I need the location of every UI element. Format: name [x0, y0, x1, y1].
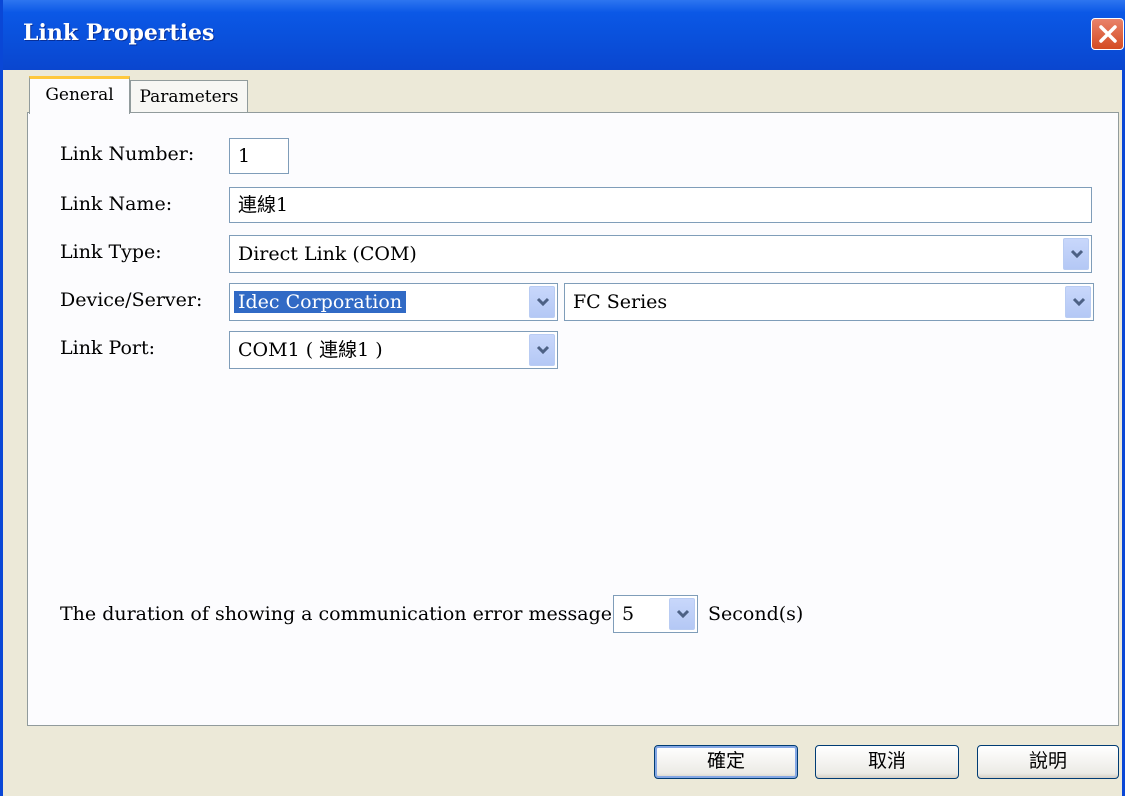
window-title: Link Properties [23, 20, 215, 46]
link-number-label: Link Number: [60, 143, 195, 165]
error-duration-label: The duration of showing a communication … [60, 603, 619, 625]
title-bar[interactable]: Link Properties [3, 0, 1125, 70]
device-server-label: Device/Server: [60, 289, 203, 311]
link-name-input[interactable]: 連線1 [229, 187, 1092, 223]
link-type-select[interactable]: Direct Link (COM) [229, 235, 1092, 273]
help-button[interactable]: 說明 [977, 745, 1119, 779]
link-port-dropdown-button[interactable] [529, 334, 555, 366]
chevron-down-icon [536, 345, 550, 355]
chevron-down-icon [1072, 297, 1086, 307]
link-type-dropdown-button[interactable] [1063, 238, 1089, 270]
link-number-input[interactable]: 1 [229, 138, 289, 174]
link-name-value: 連線1 [238, 194, 289, 216]
chevron-down-icon [536, 297, 550, 307]
error-duration-unit: Second(s) [708, 603, 804, 625]
link-port-select[interactable]: COM1 ( 連線1 ) [229, 331, 558, 369]
series-value: FC Series [573, 291, 668, 313]
series-select[interactable]: FC Series [564, 283, 1094, 321]
close-button[interactable] [1091, 18, 1124, 50]
tab-parameters[interactable]: Parameters [130, 80, 248, 113]
link-port-label: Link Port: [60, 337, 156, 359]
cancel-button[interactable]: 取消 [815, 745, 959, 779]
series-dropdown-button[interactable] [1065, 286, 1091, 318]
link-type-label: Link Type: [60, 241, 162, 263]
link-number-value: 1 [238, 145, 251, 167]
tab-parameters-label: Parameters [139, 87, 239, 107]
error-duration-value: 5 [622, 603, 635, 625]
chevron-down-icon [676, 609, 690, 619]
manufacturer-select[interactable]: Idec Corporation [229, 283, 558, 321]
cancel-button-label: 取消 [867, 750, 906, 772]
error-duration-dropdown-button[interactable] [669, 598, 695, 630]
link-port-value: COM1 ( 連線1 ) [238, 339, 383, 361]
tab-general-label: General [45, 85, 114, 105]
ok-button-label: 確定 [706, 750, 745, 772]
link-name-label: Link Name: [60, 193, 173, 215]
manufacturer-value: Idec Corporation [234, 291, 407, 313]
error-duration-select[interactable]: 5 [613, 595, 698, 633]
manufacturer-dropdown-button[interactable] [529, 286, 555, 318]
link-type-value: Direct Link (COM) [238, 243, 417, 265]
tab-general[interactable]: General [29, 76, 130, 114]
ok-button[interactable]: 確定 [654, 745, 798, 779]
chevron-down-icon [1070, 249, 1084, 259]
link-properties-dialog: Link Properties General Parameters Link … [0, 0, 1125, 796]
help-button-label: 說明 [1028, 750, 1067, 772]
general-tab-panel: Link Number: 1 Link Name: 連線1 Link Type:… [27, 112, 1119, 726]
close-icon [1099, 25, 1117, 43]
